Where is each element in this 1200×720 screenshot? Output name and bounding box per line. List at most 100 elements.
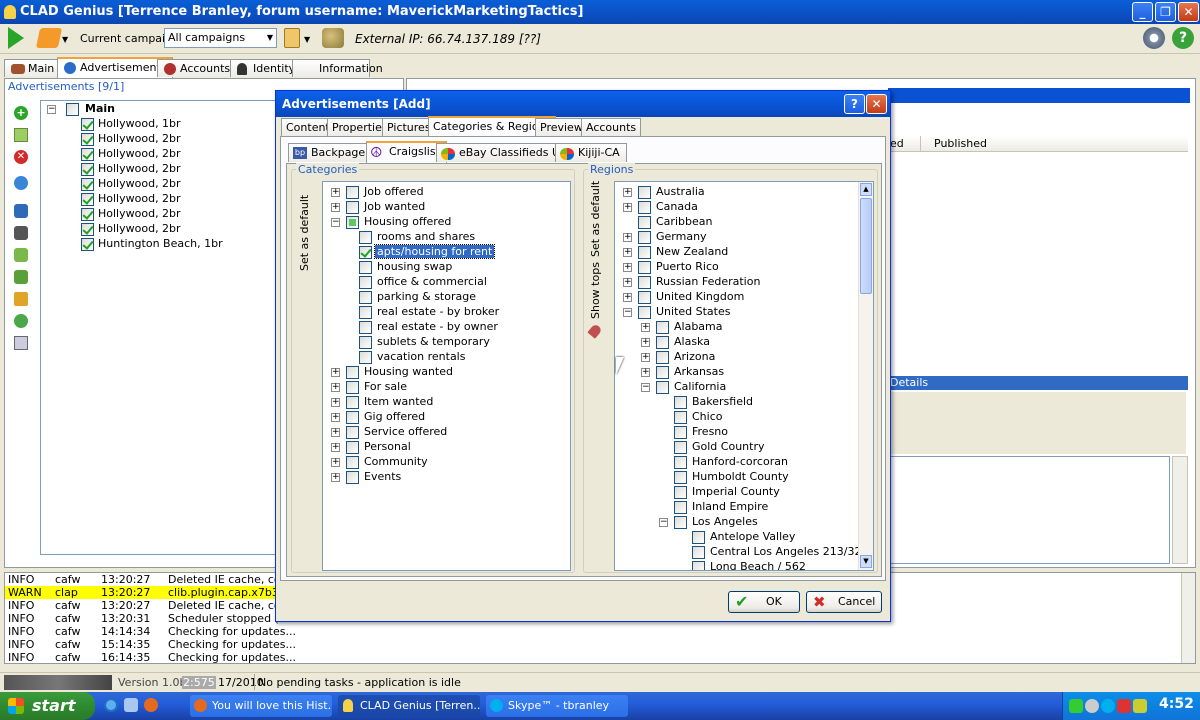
- region-item[interactable]: Long Beach / 562: [692, 559, 806, 570]
- checkbox[interactable]: [359, 320, 372, 334]
- region-item[interactable]: Central Los Angeles 213/323: [692, 544, 868, 559]
- dialog-close-button[interactable]: ✕: [866, 94, 887, 114]
- chevron-down-icon[interactable]: ▼: [62, 35, 68, 44]
- tab-accounts[interactable]: Accounts: [581, 118, 642, 136]
- checkbox[interactable]: [359, 260, 372, 274]
- region-item[interactable]: + Canada: [623, 199, 698, 214]
- expand-icon[interactable]: +: [331, 442, 340, 452]
- tab-preview[interactable]: Preview: [535, 118, 588, 136]
- help-icon[interactable]: ?: [1172, 27, 1194, 49]
- settings-gear-icon[interactable]: [1143, 27, 1165, 49]
- log-row[interactable]: INFO cafw 13:20:27 Deleted IE cache, cook: [5, 573, 294, 586]
- region-item[interactable]: + New Zealand: [623, 244, 728, 259]
- checkbox[interactable]: [346, 380, 359, 394]
- tools-icon[interactable]: [322, 28, 344, 48]
- tray-icon[interactable]: [1133, 699, 1147, 713]
- tab-accounts[interactable]: Accounts: [157, 59, 238, 77]
- expand-icon[interactable]: +: [331, 382, 340, 392]
- region-item[interactable]: Imperial County: [674, 484, 780, 499]
- checkbox[interactable]: [638, 245, 651, 259]
- ad-list-item[interactable]: Hollywood, 1br: [81, 116, 181, 131]
- region-item[interactable]: Caribbean: [638, 214, 712, 229]
- checkbox[interactable]: [359, 305, 372, 319]
- tab-information[interactable]: Information: [292, 59, 383, 77]
- log-row[interactable]: INFO cafw 13:20:27 Deleted IE cache, cook: [5, 599, 294, 612]
- checkbox[interactable]: [81, 177, 94, 191]
- region-item[interactable]: − California: [641, 379, 726, 394]
- checkbox[interactable]: [638, 200, 651, 214]
- checkbox[interactable]: [674, 395, 687, 409]
- category-item[interactable]: + For sale: [331, 379, 409, 394]
- ad-list-item[interactable]: Hollywood, 2br: [81, 221, 181, 236]
- checkbox[interactable]: [81, 207, 94, 221]
- edit-icon[interactable]: [14, 128, 28, 142]
- tab-main[interactable]: Main: [4, 59, 62, 77]
- region-item[interactable]: Antelope Valley: [692, 529, 795, 544]
- add-icon[interactable]: +: [14, 106, 28, 120]
- tab-advertisements[interactable]: Advertisements: [57, 57, 174, 78]
- tray-icon[interactable]: [1101, 699, 1115, 713]
- region-item[interactable]: Gold Country: [674, 439, 765, 454]
- expand-icon[interactable]: +: [623, 187, 632, 197]
- task-clad-genius[interactable]: CLAD Genius [Terren...: [338, 695, 480, 717]
- subtab-ebay[interactable]: eBay Classifieds US: [436, 143, 574, 162]
- checkbox[interactable]: [346, 425, 359, 439]
- checkbox[interactable]: [692, 560, 705, 570]
- expand-icon[interactable]: +: [331, 427, 340, 437]
- checkbox[interactable]: [656, 365, 669, 379]
- region-item[interactable]: Fresno: [674, 424, 728, 439]
- expand-icon[interactable]: +: [331, 187, 340, 197]
- expand-icon[interactable]: +: [623, 292, 632, 302]
- subtab-kijiji[interactable]: Kijiji-CA: [555, 143, 627, 162]
- checkbox[interactable]: [81, 237, 94, 251]
- checkbox[interactable]: [638, 260, 651, 274]
- expand-icon[interactable]: +: [641, 367, 650, 377]
- collapse-icon[interactable]: −: [641, 382, 650, 392]
- firefox-icon[interactable]: [144, 698, 158, 712]
- checkbox[interactable]: [81, 117, 94, 131]
- categories-set-default-button[interactable]: Set as default: [298, 191, 311, 271]
- checkbox[interactable]: [638, 215, 651, 229]
- tray-icon[interactable]: [1117, 699, 1131, 713]
- export-icon[interactable]: [14, 248, 28, 262]
- region-item[interactable]: Inland Empire: [674, 499, 768, 514]
- checkbox[interactable]: [359, 335, 372, 349]
- campaign-select[interactable]: All campaigns ▼: [164, 28, 277, 48]
- tray-icon[interactable]: [1069, 699, 1083, 713]
- dialog-help-button[interactable]: ?: [844, 94, 865, 114]
- checkbox[interactable]: [346, 365, 359, 379]
- category-item[interactable]: + Gig offered: [331, 409, 427, 424]
- ad-list-item[interactable]: Hollywood, 2br: [81, 206, 181, 221]
- log-row[interactable]: INFO cafw 15:14:35 Checking for updates...: [5, 638, 296, 651]
- checkbox[interactable]: [674, 515, 687, 529]
- region-item[interactable]: + Arizona: [641, 349, 715, 364]
- checkbox[interactable]: [346, 455, 359, 469]
- expand-icon[interactable]: +: [641, 352, 650, 362]
- sync-icon[interactable]: [14, 314, 28, 328]
- checkbox[interactable]: [81, 132, 94, 146]
- cancel-button[interactable]: ✖ Cancel: [806, 591, 882, 613]
- ad-list-item[interactable]: Hollywood, 2br: [81, 176, 181, 191]
- region-item[interactable]: + Germany: [623, 229, 707, 244]
- database-icon[interactable]: [14, 204, 28, 218]
- region-item[interactable]: − United States: [623, 304, 731, 319]
- category-item[interactable]: real estate - by owner: [359, 319, 500, 334]
- ad-list-item[interactable]: Hollywood, 2br: [81, 191, 181, 206]
- category-item[interactable]: apts/housing for rent: [359, 244, 496, 259]
- regions-scrollbar[interactable]: ▲ ▼: [858, 182, 873, 570]
- region-item[interactable]: + Alabama: [641, 319, 723, 334]
- expand-icon[interactable]: +: [331, 412, 340, 422]
- grid-column-published[interactable]: Published: [934, 137, 987, 150]
- category-item[interactable]: vacation rentals: [359, 349, 467, 364]
- checkbox[interactable]: [692, 545, 705, 559]
- expand-icon[interactable]: +: [641, 337, 650, 347]
- ad-list-item[interactable]: Hollywood, 2br: [81, 146, 181, 161]
- checkbox[interactable]: [674, 455, 687, 469]
- delete-icon[interactable]: ✕: [14, 150, 28, 164]
- category-item[interactable]: − Housing offered: [331, 214, 453, 229]
- tray-icon[interactable]: [1085, 699, 1099, 713]
- region-item[interactable]: + United Kingdom: [623, 289, 744, 304]
- folder-icon[interactable]: [14, 292, 28, 306]
- refresh-icon[interactable]: [14, 176, 28, 190]
- checkbox[interactable]: [346, 185, 359, 199]
